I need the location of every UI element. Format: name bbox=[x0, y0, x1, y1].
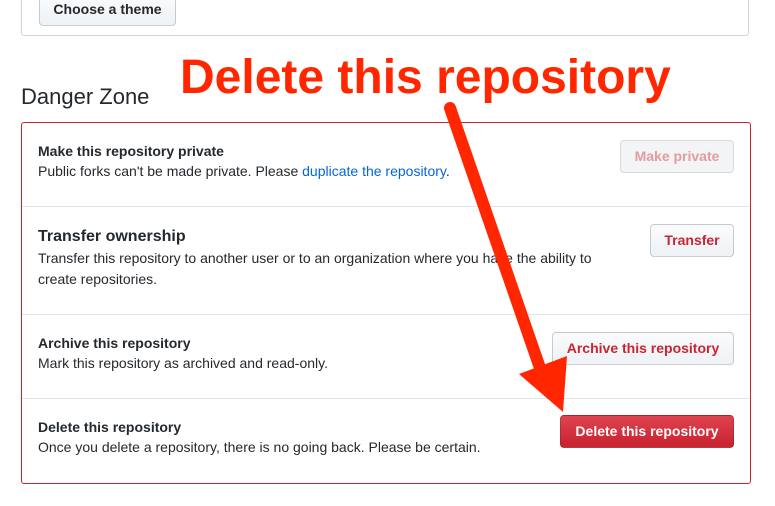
danger-row-transfer: Transfer ownership Transfer this reposit… bbox=[22, 207, 750, 315]
make-private-description-text: Public forks can't be made private. Plea… bbox=[38, 163, 303, 179]
annotation-label: Delete this repository bbox=[180, 51, 671, 104]
make-private-description-suffix: . bbox=[445, 163, 450, 179]
danger-zone-box: Make this repository private Public fork… bbox=[21, 122, 751, 484]
delete-repository-button[interactable]: Delete this repository bbox=[560, 415, 734, 448]
delete-title: Delete this repository bbox=[38, 419, 182, 435]
transfer-button[interactable]: Transfer bbox=[650, 224, 734, 257]
duplicate-repository-link[interactable]: duplicate the repository bbox=[302, 163, 446, 179]
make-private-description: Public forks can't be made private. Plea… bbox=[38, 161, 450, 182]
transfer-title: Transfer ownership bbox=[38, 228, 186, 245]
choose-theme-button[interactable]: Choose a theme bbox=[39, 0, 176, 26]
settings-page: Choose a theme Danger Zone Make this rep… bbox=[0, 0, 775, 506]
archive-title: Archive this repository bbox=[38, 335, 191, 351]
make-private-button[interactable]: Make private bbox=[620, 140, 734, 173]
transfer-description: Transfer this repository to another user… bbox=[38, 250, 592, 287]
make-private-title: Make this repository private bbox=[38, 143, 224, 159]
danger-row-make-private: Make this repository private Public fork… bbox=[22, 123, 750, 207]
danger-row-delete: Delete this repository Once you delete a… bbox=[22, 399, 750, 483]
danger-zone-heading: Danger Zone bbox=[21, 84, 150, 109]
delete-description: Once you delete a repository, there is n… bbox=[38, 439, 481, 455]
theme-section: Choose a theme bbox=[21, 0, 749, 36]
danger-row-archive: Archive this repository Mark this reposi… bbox=[22, 315, 750, 399]
archive-description: Mark this repository as archived and rea… bbox=[38, 355, 328, 371]
archive-button[interactable]: Archive this repository bbox=[552, 332, 734, 365]
